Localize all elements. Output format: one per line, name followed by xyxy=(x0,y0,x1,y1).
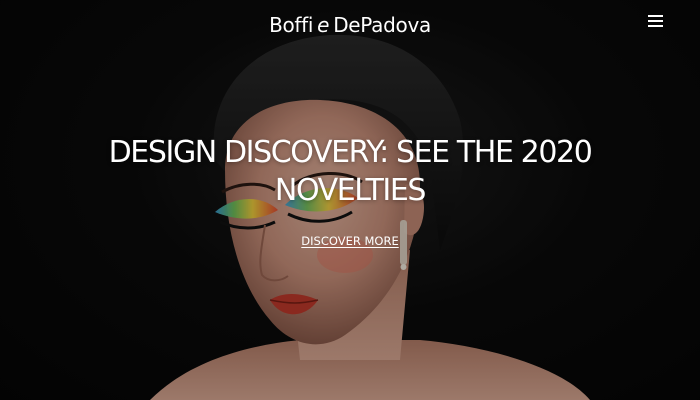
brand-logo[interactable]: Boffi e DePadova xyxy=(0,13,700,37)
top-navigation-bar: Boffi e DePadova xyxy=(0,0,700,56)
logo-text-depadova: DePadova xyxy=(333,13,431,37)
hero-section: Boffi e DePadova DESIGN DISCOVERY: SEE THE… xyxy=(0,0,700,400)
hero-cta-container: DISCOVER MORE xyxy=(0,230,700,249)
hero-headline: DESIGN DISCOVERY: SEE THE 2020 NOVELTIES xyxy=(0,134,700,210)
hamburger-menu-icon[interactable] xyxy=(648,15,664,29)
hero-headline-line-1: DESIGN DISCOVERY: SEE THE 2020 xyxy=(108,135,593,170)
logo-text-boffi: Boffi xyxy=(269,13,314,37)
hero-headline-line-2: NOVELTIES xyxy=(274,173,427,208)
logo-text-e: e xyxy=(317,13,330,37)
menu-line-top xyxy=(648,15,663,17)
menu-line-middle xyxy=(648,20,663,22)
discover-more-link[interactable]: DISCOVER MORE xyxy=(301,234,398,248)
menu-line-bottom xyxy=(648,25,663,27)
